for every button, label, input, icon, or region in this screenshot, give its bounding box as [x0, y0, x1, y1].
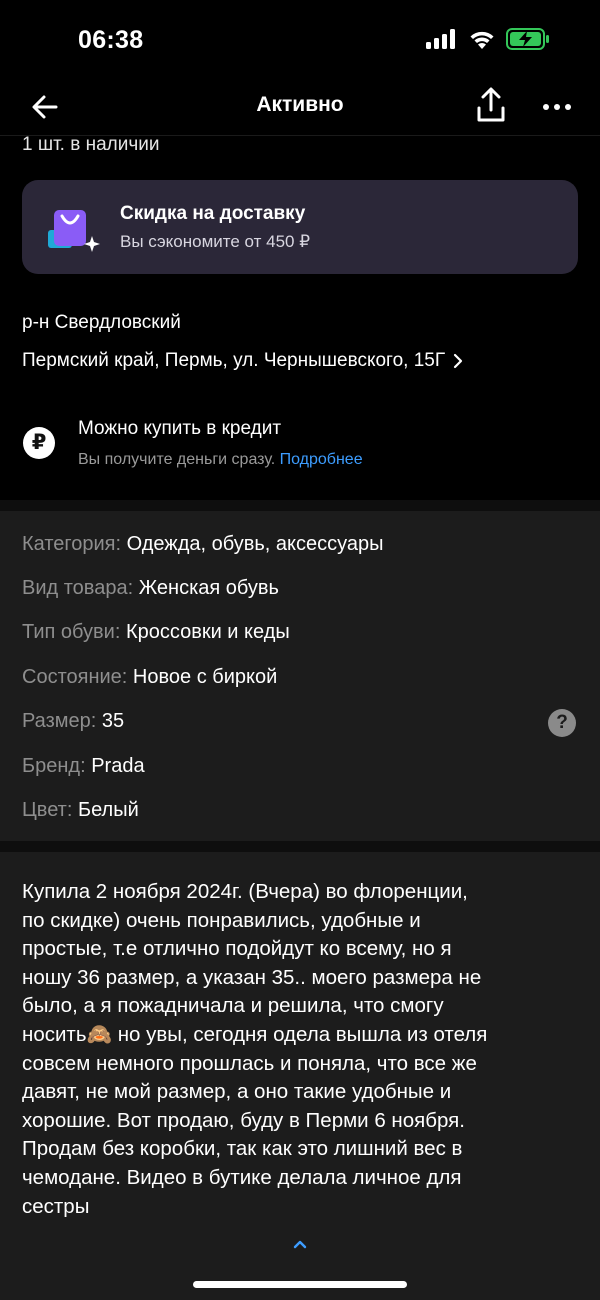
attr-value: Одежда, обувь, аксессуары — [126, 533, 384, 555]
promo-title: Скидка на доставку — [120, 203, 306, 224]
attr-product-type: Вид товара: Женская обувь — [22, 577, 279, 600]
section-divider — [0, 841, 600, 852]
attr-key: Состояние: — [22, 666, 128, 688]
address-link[interactable]: Пермский край, Пермь, ул. Чернышевского,… — [22, 350, 463, 372]
description-line: совсем немного прошлась и поняла, что вс… — [22, 1051, 477, 1075]
share-icon[interactable] — [474, 86, 508, 126]
description-line: ношу 36 размер, а указан 35.. моего разм… — [22, 965, 482, 989]
page-title: Активно — [256, 93, 344, 116]
description-line: сестры — [22, 1194, 90, 1218]
credit-more-link[interactable]: Подробнее — [280, 451, 363, 468]
description-line: Купила 2 ноября 2024г. (Вчера) во флорен… — [22, 880, 468, 903]
attr-value: Белый — [77, 799, 139, 821]
nav-bar: Активно — [0, 80, 600, 136]
status-icons — [426, 28, 550, 50]
attr-key: Цвет: — [22, 799, 73, 821]
credit-title: Можно купить в кредит — [78, 418, 282, 439]
chevron-right-icon — [454, 353, 463, 369]
credit-subtitle: Вы получите деньги сразу. Подробнее — [78, 451, 363, 469]
more-icon[interactable] — [540, 90, 574, 124]
description-line: простые, т.е отлично подойдут ко всему, … — [22, 937, 452, 961]
description-line: по скидке) очень понравились, удобные и — [22, 908, 421, 932]
credit-subtitle-text: Вы получите деньги сразу. — [78, 451, 276, 468]
size-help-icon[interactable]: ? — [548, 709, 576, 737]
status-bar: 06:38 — [0, 0, 600, 80]
attr-shoe-type: Тип обуви: Кроссовки и кеды — [22, 621, 290, 644]
attr-value: Кроссовки и кеды — [125, 621, 290, 643]
promo-subtitle: Вы сэкономите от 450 ₽ — [120, 232, 311, 251]
attr-value: Новое с биркой — [132, 666, 278, 688]
attr-value: 35 — [101, 710, 125, 732]
description-text: Купила 2 ноября 2024г. (Вчера) во флорен… — [22, 878, 582, 1221]
attr-size: Размер: 35 — [22, 710, 124, 733]
description-line: хорошие. Вот продаю, буду в Перми 6 нояб… — [22, 1108, 465, 1132]
attr-category: Категория: Одежда, обувь, аксессуары — [22, 533, 384, 556]
attr-condition: Состояние: Новое с биркой — [22, 666, 277, 689]
district-label: р-н Свердловский — [22, 312, 181, 333]
attr-value: Prada — [91, 755, 145, 777]
status-time: 06:38 — [78, 26, 144, 54]
signal-icon — [426, 29, 455, 49]
ruble-icon: ₽ — [23, 427, 55, 459]
description-line: было, а я пожадничала и решила, что смог… — [22, 994, 444, 1018]
attr-value: Женская обувь — [138, 577, 279, 599]
description-line: Продам без коробки, так как это лишний в… — [22, 1137, 463, 1161]
attr-key: Вид товара: — [22, 577, 134, 599]
attr-key: Тип обуви: — [22, 621, 121, 643]
chevron-up-icon[interactable] — [288, 1236, 312, 1252]
delivery-promo-card[interactable]: Скидка на доставку Вы сэкономите от 450 … — [22, 180, 578, 274]
stock-count: 1 шт. в наличии — [22, 134, 160, 155]
address-text: Пермский край, Пермь, ул. Чернышевского,… — [22, 350, 446, 371]
description-line: носить🙈 но увы, сегодня одела вышла из о… — [22, 1022, 488, 1046]
attr-key: Размер: — [22, 710, 97, 732]
section-divider — [0, 500, 600, 511]
attr-brand: Бренд: Prada — [22, 755, 145, 778]
battery-charging-icon — [506, 28, 549, 50]
attr-key: Бренд: — [22, 755, 86, 777]
home-indicator[interactable] — [193, 1281, 407, 1288]
wifi-icon — [470, 31, 494, 49]
attr-color: Цвет: Белый — [22, 799, 139, 822]
description-line: чемодане. Видео в бутике делала личное д… — [22, 1165, 462, 1189]
attr-key: Категория: — [22, 533, 122, 555]
shopping-bag-icon — [48, 210, 100, 252]
description-line: давят, не мой размер, а оно такие удобны… — [22, 1080, 452, 1104]
